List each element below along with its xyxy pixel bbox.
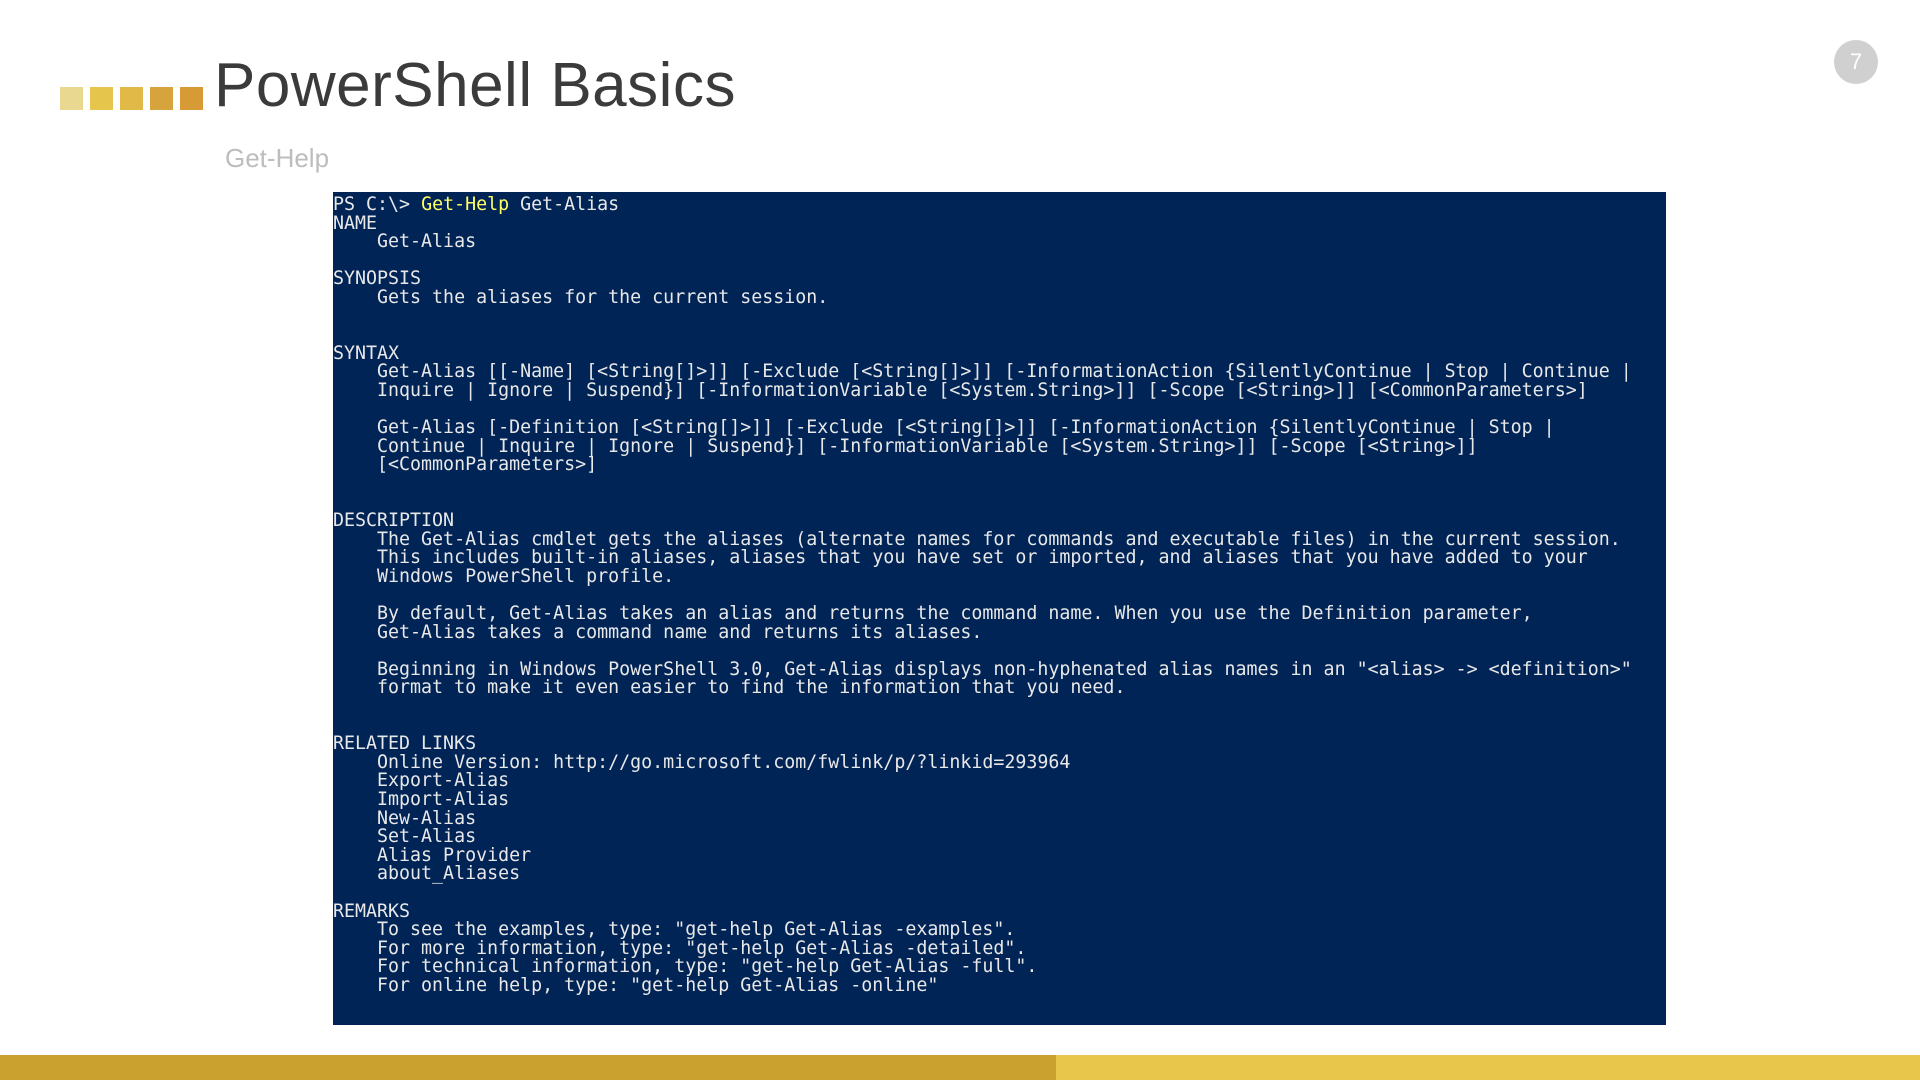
console-output: NAME Get-Alias SYNOPSIS Gets the aliases… bbox=[333, 213, 1632, 996]
decor-square bbox=[60, 87, 83, 110]
decor-square bbox=[90, 87, 113, 110]
footer-accent-bar bbox=[0, 1055, 1920, 1080]
decor-square bbox=[120, 87, 143, 110]
slide-subtitle: Get-Help bbox=[225, 143, 329, 174]
footer-accent-right bbox=[1056, 1055, 1920, 1080]
console-command: Get-Help bbox=[421, 194, 509, 215]
slide-title: PowerShell Basics bbox=[214, 50, 736, 121]
decor-square bbox=[150, 87, 173, 110]
console-argument: Get-Alias bbox=[509, 194, 619, 215]
footer-accent-left bbox=[0, 1055, 1056, 1080]
powershell-console: PS C:\> Get-Help Get-Alias NAME Get-Alia… bbox=[333, 192, 1666, 1025]
page-number-badge: 7 bbox=[1834, 40, 1878, 84]
decor-squares bbox=[60, 87, 203, 110]
decor-square bbox=[180, 87, 203, 110]
